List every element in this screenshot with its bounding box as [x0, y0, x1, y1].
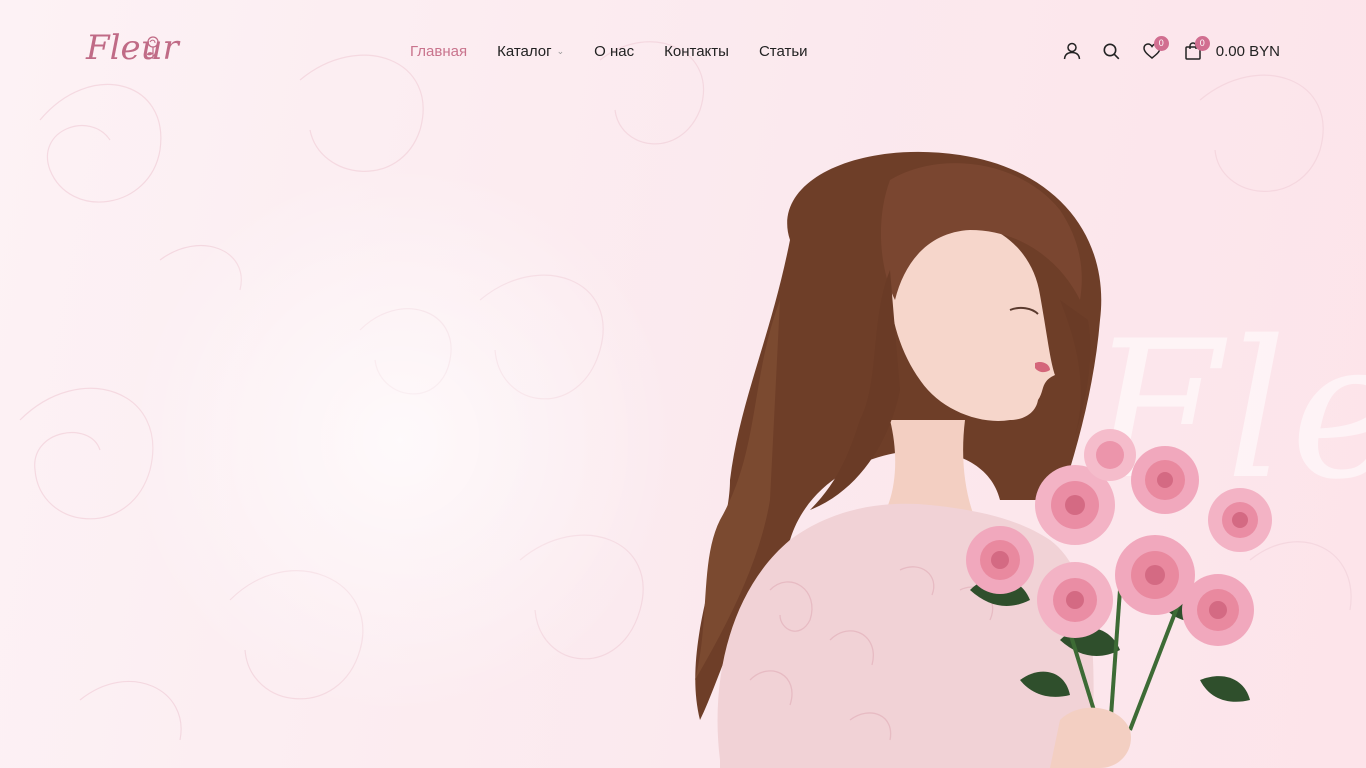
nav-item-label: Статьи	[758, 42, 808, 60]
search-icon	[1103, 43, 1120, 59]
chevron-down-icon: ⌄	[556, 45, 565, 56]
cart-total: 0.00 BYN	[1215, 42, 1280, 60]
cart-button[interactable]: 0 0.00 BYN	[1178, 36, 1280, 66]
cart-count-badge: 0	[1194, 36, 1210, 51]
site-logo[interactable]: Fleur	[86, 26, 179, 76]
rose-logo-icon	[147, 36, 159, 59]
site-header: Fleur Главная Каталог ⌄ О нас Контакты Ст…	[0, 0, 1366, 102]
cart-icon-wrapper: 0	[1178, 36, 1210, 66]
wishlist-count-badge: 0	[1153, 36, 1169, 51]
light-glow	[120, 160, 680, 720]
wishlist-button[interactable]: 0	[1132, 36, 1172, 66]
nav-item-catalog[interactable]: Каталог ⌄	[497, 43, 564, 60]
user-icon	[1063, 42, 1081, 60]
search-button[interactable]	[1092, 36, 1132, 66]
nav-item-label: Контакты	[664, 42, 729, 60]
nav-item-label: Каталог	[497, 42, 552, 60]
header-actions: 0 0 0.00 BYN	[1052, 36, 1280, 66]
nav-item-contacts[interactable]: Контакты	[664, 43, 729, 60]
nav-item-home[interactable]: Главная	[410, 43, 467, 60]
main-navigation: Главная Каталог ⌄ О нас Контакты Статьи	[410, 38, 808, 64]
nav-item-label: Главная	[410, 42, 468, 60]
account-button[interactable]	[1052, 36, 1092, 66]
nav-item-about[interactable]: О нас	[594, 43, 634, 60]
nav-item-label: О нас	[594, 42, 635, 60]
nav-item-articles[interactable]: Статьи	[759, 43, 808, 60]
hero-image-woman-with-roses	[695, 151, 1272, 768]
hero-banner: Fleur	[0, 0, 1366, 768]
